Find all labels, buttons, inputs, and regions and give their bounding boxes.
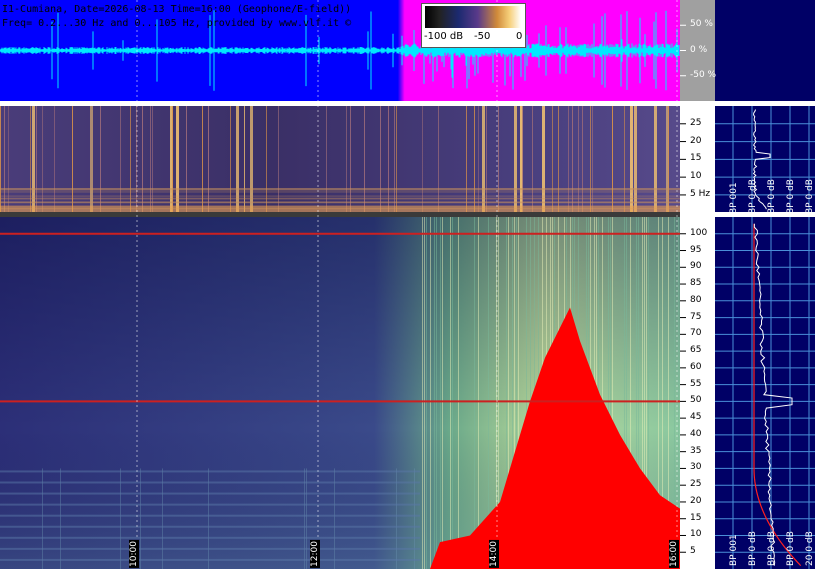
low-band xyxy=(0,202,680,204)
high-tick-label: 5 xyxy=(690,546,696,557)
high-band xyxy=(0,492,420,495)
header-subtitle: Freq= 0.2...30 Hz and 0...105 Hz, provid… xyxy=(2,18,352,29)
high-tick-label: 90 xyxy=(690,261,702,272)
high-tick-label: 55 xyxy=(690,378,702,389)
high-tick-label: 40 xyxy=(690,428,702,439)
high-band xyxy=(0,536,420,539)
high-tick-label: 25 xyxy=(690,479,702,490)
low-band xyxy=(0,198,680,200)
high-stripe xyxy=(452,217,453,569)
low-tick-label: 5 Hz xyxy=(690,188,711,199)
high-tick-label: 30 xyxy=(690,462,702,473)
high-tick-label: 15 xyxy=(690,512,702,523)
high-band xyxy=(0,514,420,517)
waveform-tick-label: -50 % xyxy=(690,69,717,80)
high-tick-label: 95 xyxy=(690,244,702,255)
low-tick-label: 10 xyxy=(690,171,702,182)
high-stripe xyxy=(414,468,415,569)
colorbar-tick-mid: -50 xyxy=(474,31,491,42)
spectrogram-page: I1-Cumiana, Date=2026-08-13 Time=16:00 (… xyxy=(0,0,815,569)
high-stripe xyxy=(304,468,305,569)
low-tick-label: 15 xyxy=(690,153,702,164)
high-stripe xyxy=(426,217,427,569)
time-tick-label: 14:00 xyxy=(489,540,499,568)
high-stripe xyxy=(422,217,423,569)
line-marker xyxy=(0,232,680,235)
high-stripe xyxy=(434,217,435,569)
spectrum-separator-top xyxy=(715,101,815,106)
low-spectrum-tick-label: BP 0 dB xyxy=(748,179,758,214)
high-band xyxy=(0,503,420,506)
waveform-tick-label: 50 % xyxy=(690,19,713,30)
high-tick-label: 10 xyxy=(690,529,702,540)
low-spectrum-tick-label: BP 0 dB xyxy=(767,179,777,214)
high-tick-label: 35 xyxy=(690,445,702,456)
header-title: I1-Cumiana, Date=2026-08-13 Time=16:00 (… xyxy=(2,4,352,15)
high-stripe xyxy=(208,468,209,569)
high-stripe xyxy=(140,468,141,569)
high-tick-label: 70 xyxy=(690,328,702,339)
colorbar-gradient xyxy=(425,6,521,28)
high-stripe xyxy=(440,217,441,569)
high-tick-label: 45 xyxy=(690,412,702,423)
high-stripe xyxy=(42,468,43,569)
high-stripe xyxy=(334,468,335,569)
low-spectrum-tick-label: BP 0 dB xyxy=(805,179,815,214)
high-spectrum-tick-label: BP 0 dB xyxy=(767,531,777,566)
low-band xyxy=(0,188,680,190)
colorbar-legend: -100 dB -50 0 xyxy=(421,3,526,48)
high-stripe xyxy=(442,217,443,569)
time-tick-label: 12:00 xyxy=(310,540,320,568)
high-spectrum-tick-label: BP 0 dB xyxy=(748,531,758,566)
high-stripe xyxy=(60,468,61,569)
high-stripe xyxy=(478,217,479,569)
high-stripe xyxy=(396,468,397,569)
line-marker xyxy=(0,400,680,403)
low-floor-band xyxy=(0,205,680,212)
high-tick-label: 75 xyxy=(690,311,702,322)
high-stripe xyxy=(162,468,163,569)
low-band xyxy=(0,191,680,193)
high-tick-label: 20 xyxy=(690,495,702,506)
colorbar-tick-min: -100 dB xyxy=(424,31,464,42)
high-tick-label: 80 xyxy=(690,294,702,305)
high-stripe xyxy=(436,217,437,569)
header: I1-Cumiana, Date=2026-08-13 Time=16:00 (… xyxy=(2,3,351,31)
high-tick-label: 100 xyxy=(690,227,708,238)
low-band xyxy=(0,195,680,197)
high-tick-label: 60 xyxy=(690,361,702,372)
high-stripe xyxy=(458,217,459,569)
panel-separator-dark xyxy=(0,212,680,217)
high-spectrum-tick-label: BP 001 xyxy=(729,534,739,566)
high-band xyxy=(0,525,420,528)
high-band xyxy=(0,481,420,484)
high-stripe xyxy=(450,217,451,569)
high-spectrum-tick-label: BP 0 dB xyxy=(786,531,796,566)
low-tick-label: 25 xyxy=(690,117,702,128)
high-band xyxy=(0,547,420,550)
high-band xyxy=(0,470,420,473)
low-spectrum-tick-label: BP 0 dB xyxy=(786,179,796,214)
high-spectrum-tick-label: 20 0 dB xyxy=(805,531,815,566)
colorbar-tick-max: 0 xyxy=(516,31,523,42)
waveform-tick-label: 0 % xyxy=(690,44,708,55)
high-tick-label: 50 xyxy=(690,395,702,406)
high-tick-label: 85 xyxy=(690,278,702,289)
high-stripe xyxy=(424,217,425,569)
panel-separator xyxy=(0,101,680,106)
high-stripe xyxy=(430,217,431,569)
high-tick-label: 65 xyxy=(690,345,702,356)
high-stripe xyxy=(474,217,475,569)
low-tick-label: 20 xyxy=(690,135,702,146)
high-stripe xyxy=(120,468,121,569)
high-stripe xyxy=(306,468,307,569)
axis-separator xyxy=(680,101,715,106)
high-band xyxy=(0,558,420,561)
time-tick-label: 16:00 xyxy=(669,540,679,568)
time-tick-label: 10:00 xyxy=(129,540,139,568)
low-spectrum-tick-label: BP 001 xyxy=(729,182,739,214)
